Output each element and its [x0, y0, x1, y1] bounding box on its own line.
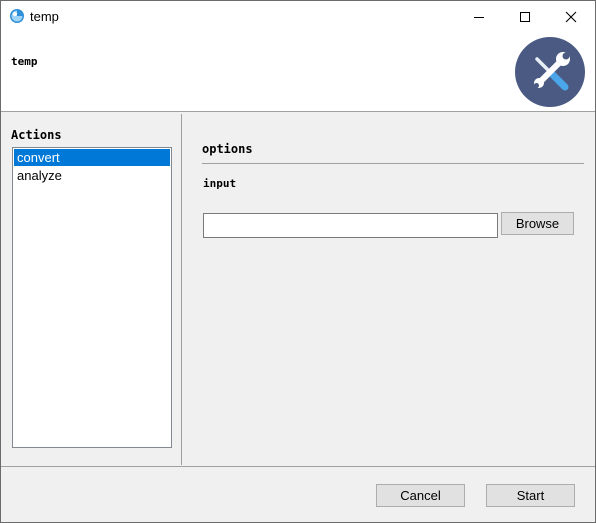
input-label: input [203, 177, 237, 190]
app-icon [9, 8, 25, 24]
maximize-icon [520, 11, 530, 22]
cancel-button[interactable]: Cancel [376, 484, 465, 507]
title-bar[interactable]: temp [1, 1, 595, 32]
footer-divider [1, 466, 595, 467]
close-icon [565, 11, 577, 22]
input-path-field[interactable] [203, 213, 498, 238]
actions-label: Actions [11, 128, 62, 142]
panel-divider [181, 114, 182, 465]
browse-button[interactable]: Browse [501, 212, 574, 235]
minimize-button[interactable] [456, 1, 502, 32]
close-button[interactable] [548, 1, 594, 32]
maximize-button[interactable] [502, 1, 548, 32]
start-button[interactable]: Start [486, 484, 575, 507]
header-title: temp [11, 55, 38, 68]
options-divider [202, 163, 584, 164]
app-window: temp temp Actions convert analyze option… [0, 0, 596, 523]
window-title: temp [30, 9, 59, 24]
minimize-icon [474, 16, 484, 18]
options-heading: options [202, 142, 253, 156]
tools-logo-icon [515, 37, 585, 107]
action-list[interactable]: convert analyze [12, 147, 172, 448]
action-item-convert[interactable]: convert [14, 149, 170, 166]
header-banner: temp [1, 32, 595, 112]
action-item-analyze[interactable]: analyze [14, 167, 170, 184]
